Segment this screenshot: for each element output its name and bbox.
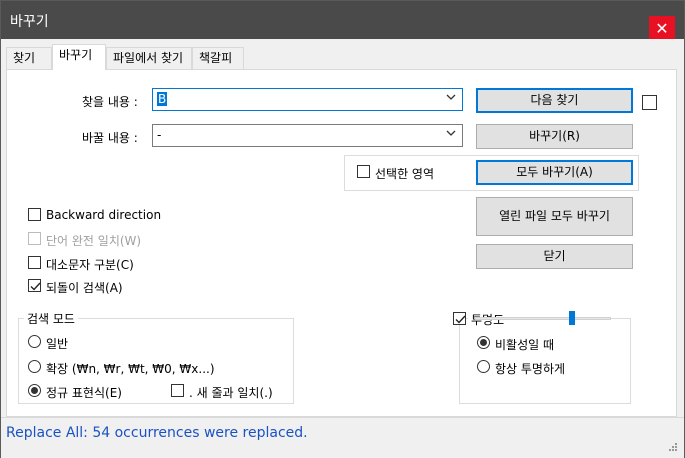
checkmark-icon (30, 282, 41, 291)
replace-label: 바꿀 내용 : (82, 131, 138, 145)
dot-matches-newline-checkbox[interactable] (171, 384, 184, 397)
backward-direction-checkbox[interactable] (28, 208, 41, 221)
transparency-slider-thumb[interactable] (568, 311, 575, 325)
transparency-always-radio[interactable] (477, 360, 490, 373)
search-mode-normal-label: 일반 (46, 337, 69, 351)
find-what-combo[interactable]: B (152, 88, 463, 111)
transparency-on-lose-focus-radio[interactable] (477, 336, 490, 349)
status-message: Replace All: 54 occurrences were replace… (6, 425, 308, 441)
wrap-around-checkbox[interactable] (28, 279, 41, 292)
tab-find-in-files-label: 파일에서 찾기 (113, 51, 184, 65)
search-mode-normal-radio[interactable] (28, 335, 41, 348)
replace-all-label: 모두 바꾸기(A) (516, 165, 593, 179)
tab-find-in-files[interactable]: 파일에서 찾기 (106, 47, 192, 69)
replace-all-button[interactable]: 모두 바꾸기(A) (476, 160, 633, 185)
chevron-down-icon[interactable] (446, 128, 456, 138)
title-bar[interactable]: 바꾸기 ✕ (1, 1, 684, 42)
search-mode-regex-radio[interactable] (28, 384, 41, 397)
resize-grip-icon[interactable] (668, 442, 678, 452)
search-mode-extended-radio[interactable] (28, 360, 41, 373)
radio-dot (31, 387, 38, 394)
wrap-around-label: 되돌이 검색(A) (46, 281, 123, 295)
transparency-checkbox[interactable] (453, 312, 466, 325)
tab-replace-label: 바꾸기 (59, 48, 93, 62)
search-mode-extended-label: 확장 (₩n, ₩r, ₩t, ₩0, ₩x...) (46, 362, 215, 376)
search-mode-title: 검색 모드 (24, 310, 78, 327)
replace-dialog: 바꾸기 ✕ 찾기 바꾸기 파일에서 찾기 책갈피 찾을 내용 : B 바꿀 내용… (0, 0, 685, 458)
replace-all-open-docs-button[interactable]: 열린 파일 모두 바꾸기 (476, 197, 633, 236)
whole-word-checkbox[interactable] (28, 232, 41, 245)
chevron-down-icon[interactable] (446, 92, 456, 102)
find-next-label: 다음 찾기 (530, 93, 579, 107)
replace-with-value: - (157, 128, 162, 142)
transparency-always-label: 항상 투명하게 (495, 362, 566, 376)
close-button[interactable]: 닫기 (476, 244, 633, 269)
in-selection-checkbox[interactable] (357, 165, 370, 178)
find-label: 찾을 내용 : (82, 95, 138, 109)
match-case-label: 대소문자 구분(C) (46, 258, 134, 272)
close-label: 닫기 (543, 249, 566, 263)
in-selection-label: 선택한 영역 (375, 167, 435, 181)
replace-button[interactable]: 바꾸기(R) (476, 124, 633, 149)
whole-word-label: 단어 완전 일치(W) (46, 234, 142, 248)
checkmark-icon (455, 315, 466, 324)
tab-bookmarks[interactable]: 책갈피 (192, 47, 244, 69)
replace-with-combo[interactable]: - (152, 124, 463, 147)
radio-dot (480, 339, 487, 346)
replace-label-text: 바꾸기(R) (529, 129, 580, 143)
match-case-checkbox[interactable] (28, 256, 41, 269)
tab-strip: 찾기 바꾸기 파일에서 찾기 책갈피 (1, 39, 684, 70)
status-bar: Replace All: 54 occurrences were replace… (1, 417, 684, 458)
find-what-value: B (157, 92, 168, 106)
backward-direction-label: Backward direction (46, 208, 162, 222)
transparency-on-lose-focus-label: 비활성일 때 (495, 338, 555, 352)
dot-matches-newline-label: . 새 줄과 일치(.) (189, 386, 273, 400)
tab-bookmarks-label: 책갈피 (199, 51, 233, 65)
find-next-button[interactable]: 다음 찾기 (476, 88, 633, 113)
tab-replace[interactable]: 바꾸기 (52, 44, 106, 70)
transparency-slider-track[interactable] (475, 317, 611, 320)
tab-find-label: 찾기 (13, 51, 36, 65)
window-title: 바꾸기 (10, 14, 49, 30)
search-mode-regex-label: 정규 표현식(E) (46, 386, 122, 400)
tab-find[interactable]: 찾기 (6, 47, 52, 69)
replace-all-open-label: 열린 파일 모두 바꾸기 (499, 209, 610, 223)
find-next-checkbox[interactable] (642, 95, 657, 110)
close-icon: ✕ (655, 19, 669, 38)
